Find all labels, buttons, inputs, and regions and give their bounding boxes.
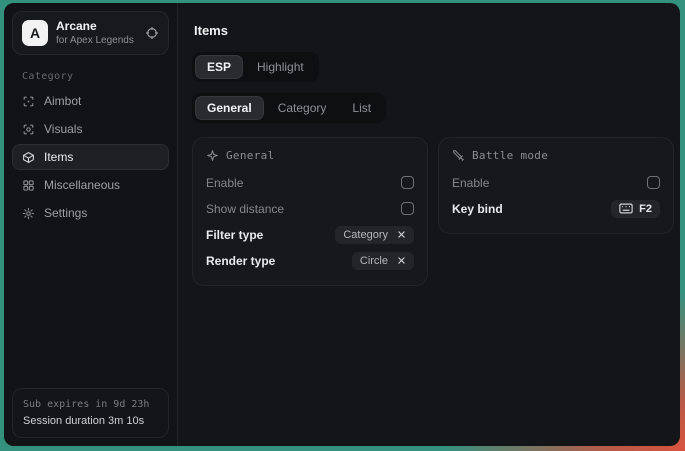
app-header-card: A Arcane for Apex Legends [12,11,169,55]
sidebar-item-settings[interactable]: Settings [12,200,169,226]
tab-list[interactable]: List [340,96,383,120]
sidebar-category-label: Category [4,63,177,88]
app-subtitle: for Apex Legends [56,34,137,47]
app-title: Arcane [56,19,137,34]
gear-icon [22,207,35,220]
sidebar-item-label: Settings [44,206,87,220]
desktop-background: A Arcane for Apex Legends Category [0,0,685,451]
sidebar-item-label: Miscellaneous [44,178,120,192]
setting-row-show-distance: Show distance [206,196,414,221]
filter-type-chip[interactable]: Category [335,226,414,244]
panels-row: General Enable Show distance Filter type… [192,137,666,286]
app-window: A Arcane for Apex Legends Category [4,3,680,446]
sparkle-icon [206,149,219,162]
app-meta: Arcane for Apex Legends [56,19,137,47]
app-logo: A [22,20,48,46]
secondary-tabs: General Category List [192,93,386,123]
chip-value: Circle [360,255,388,267]
sidebar-nav: Aimbot Visuals [4,88,177,226]
grid-icon [22,179,35,192]
panel-title: Battle mode [472,149,548,162]
tab-esp[interactable]: ESP [195,55,243,79]
show-distance-checkbox[interactable] [401,202,414,215]
panel-battle-mode: Battle mode Enable Key bind [438,137,674,234]
tab-general[interactable]: General [195,96,264,120]
tab-category[interactable]: Category [266,96,339,120]
render-type-chip[interactable]: Circle [352,252,414,270]
setting-label: Enable [206,176,243,190]
crosshair-scan-icon [22,95,35,108]
keyboard-icon [619,203,633,214]
setting-label: Filter type [206,228,263,242]
sword-icon [452,149,465,162]
setting-label: Show distance [206,202,284,216]
subscription-info-card: Sub expires in 9d 23h Session duration 3… [12,388,169,439]
sidebar-item-label: Visuals [44,122,82,136]
eye-scan-icon [22,123,35,136]
close-icon[interactable] [397,230,406,239]
primary-tabs: ESP Highlight [192,52,319,82]
sidebar-item-label: Aimbot [44,94,81,108]
sidebar-item-miscellaneous[interactable]: Miscellaneous [12,172,169,198]
sidebar-item-aimbot[interactable]: Aimbot [12,88,169,114]
chip-value: Category [343,229,388,241]
setting-row-enable: Enable [206,170,414,195]
panel-battle-mode-header: Battle mode [452,149,660,162]
target-icon[interactable] [145,26,159,40]
sidebar-spacer [4,226,177,380]
sidebar-item-visuals[interactable]: Visuals [12,116,169,142]
setting-label: Enable [452,176,489,190]
setting-label: Render type [206,254,275,268]
setting-row-enable: Enable [452,170,660,195]
main-content: Items ESP Highlight General Category Lis… [178,3,680,446]
page-title: Items [194,23,666,38]
panel-general: General Enable Show distance Filter type… [192,137,428,286]
setting-row-render-type: Render type Circle [206,248,414,273]
sidebar-item-label: Items [44,150,73,164]
setting-label: Key bind [452,202,503,216]
key-bind-value: F2 [639,203,652,215]
battle-enable-checkbox[interactable] [647,176,660,189]
panel-general-header: General [206,149,414,162]
close-icon[interactable] [397,256,406,265]
tab-highlight[interactable]: Highlight [245,55,316,79]
key-bind-badge[interactable]: F2 [611,200,660,218]
setting-row-filter-type: Filter type Category [206,222,414,247]
package-icon [22,151,35,164]
sidebar-item-items[interactable]: Items [12,144,169,170]
sub-expires-text: Sub expires in 9d 23h [23,397,158,413]
panel-title: General [226,149,274,162]
enable-checkbox[interactable] [401,176,414,189]
session-duration-text: Session duration 3m 10s [23,413,158,430]
sidebar: A Arcane for Apex Legends Category [4,3,178,446]
setting-row-key-bind: Key bind F2 [452,196,660,221]
